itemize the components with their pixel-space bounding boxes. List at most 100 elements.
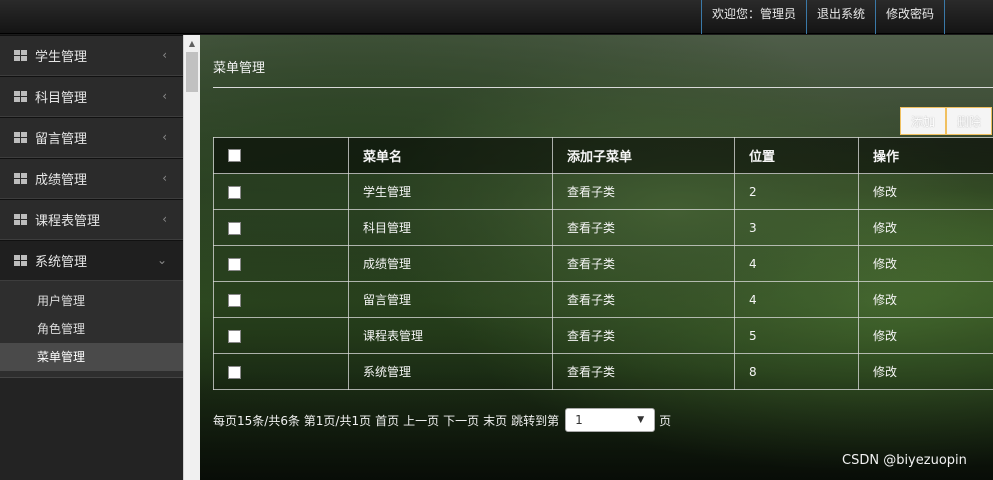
menu-name-cell: 科目管理	[348, 209, 553, 246]
welcome-text: 欢迎您：管理员	[700, 0, 806, 34]
position-cell: 2	[734, 173, 859, 210]
row-select-cell	[213, 353, 349, 390]
grid-icon	[14, 214, 27, 225]
menu-name-cell: 课程表管理	[348, 317, 553, 354]
sidebar-item-label: 系统管理	[35, 255, 88, 270]
prev-page-link[interactable]: 上一页	[403, 412, 439, 429]
sidebar-item-label: 学生管理	[35, 50, 88, 65]
select-all-header	[213, 137, 349, 174]
menu-name-cell: 成绩管理	[348, 245, 553, 282]
grid-icon	[14, 91, 27, 102]
submenu-item-menus[interactable]: 菜单管理	[0, 343, 183, 371]
sidebar-scrollbar[interactable]: ▲	[183, 35, 200, 480]
position-cell: 5	[734, 317, 859, 354]
chevron-left-icon: ‹	[162, 171, 167, 185]
chevron-left-icon: ‹	[162, 130, 167, 144]
edit-link[interactable]: 修改	[858, 209, 993, 246]
table-row: 系统管理 查看子类 8 修改	[213, 353, 993, 390]
edit-link[interactable]: 修改	[858, 281, 993, 318]
row-select-cell	[213, 317, 349, 354]
row-select-cell	[213, 245, 349, 282]
row-checkbox[interactable]	[228, 329, 241, 343]
grid-icon	[14, 50, 27, 61]
action-buttons: 添加 删除	[900, 107, 993, 135]
position-cell: 8	[734, 353, 859, 390]
page-select-value: 1	[575, 413, 583, 427]
add-button[interactable]: 添加	[900, 107, 947, 135]
system-submenu: 用户管理 角色管理 菜单管理	[0, 281, 183, 378]
select-all-checkbox[interactable]	[228, 149, 241, 162]
edit-link[interactable]: 修改	[858, 245, 993, 282]
scrollbar-thumb[interactable]	[186, 52, 198, 92]
row-checkbox[interactable]	[228, 365, 241, 379]
grid-icon	[14, 173, 27, 184]
row-checkbox[interactable]	[228, 221, 241, 235]
chevron-down-icon: ⌄	[156, 253, 167, 267]
first-page-link[interactable]: 首页	[375, 412, 399, 429]
top-bar: 欢迎您：管理员 退出系统 修改密码	[0, 0, 993, 34]
pagination: 每页15条/共6条 第1页/共1页 首页 上一页 下一页 末页 跳转到第 1 ▼…	[213, 408, 675, 432]
delete-button[interactable]: 删除	[946, 107, 993, 135]
logout-link[interactable]: 退出系统	[805, 0, 875, 34]
last-page-link[interactable]: 末页	[483, 412, 507, 429]
page-select[interactable]: 1 ▼	[565, 408, 656, 432]
grid-icon	[14, 132, 27, 143]
sidebar-item-label: 科目管理	[35, 91, 88, 106]
position-cell: 4	[734, 245, 859, 282]
sidebar-item-schedule[interactable]: 课程表管理 ‹	[0, 199, 183, 240]
scroll-up-icon[interactable]: ▲	[184, 35, 200, 52]
row-checkbox[interactable]	[228, 293, 241, 307]
table-row: 课程表管理 查看子类 5 修改	[213, 317, 993, 354]
sidebar-item-system[interactable]: 系统管理 ⌄	[0, 240, 183, 281]
edit-link[interactable]: 修改	[858, 173, 993, 210]
row-select-cell	[213, 209, 349, 246]
menu-name-cell: 学生管理	[348, 173, 553, 210]
sidebar-item-label: 课程表管理	[35, 214, 101, 229]
chevron-left-icon: ‹	[162, 48, 167, 62]
column-header: 添加子菜单	[552, 137, 735, 174]
submenu-item-roles[interactable]: 角色管理	[0, 315, 183, 343]
view-subclass-link[interactable]: 查看子类	[552, 353, 735, 390]
change-password-link[interactable]: 修改密码	[874, 0, 945, 34]
view-subclass-link[interactable]: 查看子类	[552, 317, 735, 354]
table-row: 科目管理 查看子类 3 修改	[213, 209, 993, 246]
column-header: 菜单名	[348, 137, 553, 174]
view-subclass-link[interactable]: 查看子类	[552, 209, 735, 246]
chevron-left-icon: ‹	[162, 89, 167, 103]
row-select-cell	[213, 173, 349, 210]
sidebar-item-student[interactable]: 学生管理 ‹	[0, 35, 183, 76]
edit-link[interactable]: 修改	[858, 353, 993, 390]
table-row: 成绩管理 查看子类 4 修改	[213, 245, 993, 282]
menu-name-cell: 留言管理	[348, 281, 553, 318]
caret-down-icon: ▼	[637, 415, 645, 425]
sidebar-item-message[interactable]: 留言管理 ‹	[0, 117, 183, 158]
page-title: 菜单管理	[213, 61, 266, 76]
view-subclass-link[interactable]: 查看子类	[552, 173, 735, 210]
sidebar-item-subject[interactable]: 科目管理 ‹	[0, 76, 183, 117]
view-subclass-link[interactable]: 查看子类	[552, 245, 735, 282]
sidebar-item-score[interactable]: 成绩管理 ‹	[0, 158, 183, 199]
edit-link[interactable]: 修改	[858, 317, 993, 354]
view-subclass-link[interactable]: 查看子类	[552, 281, 735, 318]
grid-icon	[14, 255, 27, 266]
next-page-link[interactable]: 下一页	[443, 412, 479, 429]
row-checkbox[interactable]	[228, 257, 241, 271]
jump-label: 跳转到第	[511, 413, 560, 428]
row-select-cell	[213, 281, 349, 318]
title-divider	[213, 87, 993, 88]
menu-table: 菜单名 添加子菜单 位置 操作 学生管理 查看子类 2 修改 科目管理 查看子类…	[213, 137, 993, 390]
position-cell: 3	[734, 209, 859, 246]
pager-summary: 每页15条/共6条 第1页/共1页	[213, 413, 372, 428]
top-links: 欢迎您：管理员 退出系统 修改密码	[700, 0, 945, 34]
table-header-row: 菜单名 添加子菜单 位置 操作	[213, 137, 993, 174]
row-checkbox[interactable]	[228, 185, 241, 199]
table-row: 留言管理 查看子类 4 修改	[213, 281, 993, 318]
menu-name-cell: 系统管理	[348, 353, 553, 390]
position-cell: 4	[734, 281, 859, 318]
column-header: 位置	[734, 137, 859, 174]
main-content: 菜单管理 添加 删除 菜单名 添加子菜单 位置 操作 学生管理 查看子类 2 修…	[200, 35, 993, 480]
sidebar-item-label: 成绩管理	[35, 173, 88, 188]
sidebar: 学生管理 ‹ 科目管理 ‹ 留言管理 ‹ 成绩管理 ‹ 课程表管理 ‹ 系统管理…	[0, 35, 183, 480]
page-suffix: 页	[659, 413, 672, 428]
submenu-item-users[interactable]: 用户管理	[0, 287, 183, 315]
